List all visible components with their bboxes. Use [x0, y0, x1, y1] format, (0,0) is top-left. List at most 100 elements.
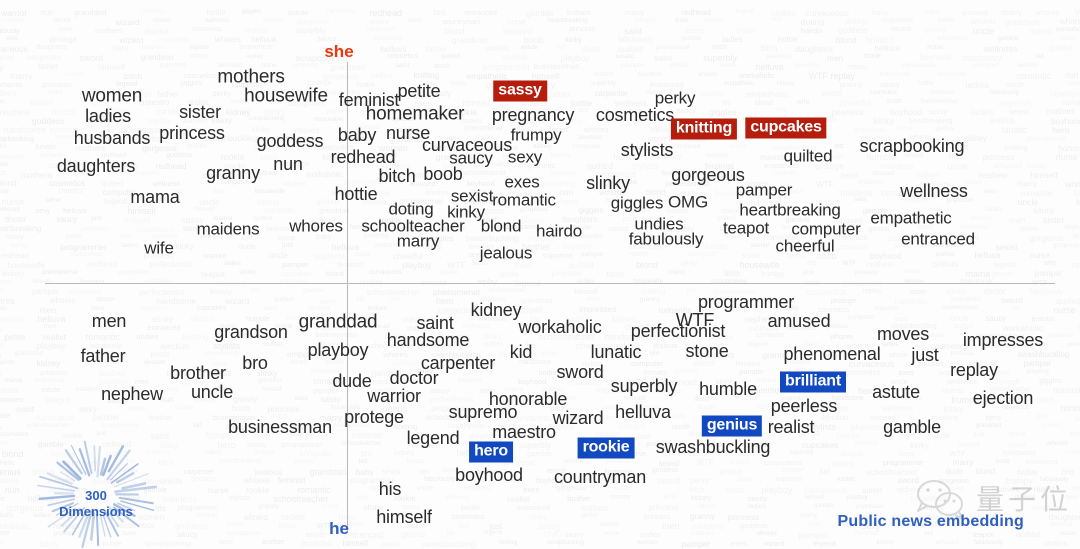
- ghost-word: men: [587, 296, 601, 303]
- ghost-word: computer: [299, 449, 333, 458]
- ghost-word: wife: [776, 107, 788, 113]
- ghost-word: amused: [293, 62, 319, 69]
- word-label-he-side: legend: [406, 428, 460, 448]
- ghost-word: boob: [231, 404, 250, 413]
- ghost-word: cosmetics: [0, 431, 28, 438]
- word-label-he-side: stone: [685, 341, 729, 361]
- ghost-word: mama: [491, 161, 509, 168]
- ghost-word: just: [803, 269, 814, 276]
- ghost-word: brother: [0, 539, 6, 546]
- ghost-word: feminist: [735, 359, 761, 368]
- ghost-word: fabulously: [0, 26, 20, 35]
- word-label-she-highlight: cupcakes: [745, 117, 827, 139]
- ghost-word: moves: [153, 17, 172, 24]
- word-label-she-side: goddess: [256, 131, 324, 151]
- ghost-word: marry: [9, 71, 33, 81]
- ghost-word: genius: [936, 125, 954, 132]
- ghost-word: gorgeous: [938, 476, 970, 485]
- ghost-word: petite: [1020, 224, 1039, 233]
- ghost-word: helluva: [755, 62, 784, 72]
- word-label-he-side: just: [911, 345, 939, 365]
- ghost-word: gamble: [997, 35, 1019, 42]
- ghost-word: carpenter: [183, 467, 215, 476]
- ghost-word: kidney: [2, 269, 25, 278]
- ghost-word: slinky: [151, 314, 174, 324]
- ghost-word: perfectionist: [149, 260, 192, 269]
- ghost-word: sexist: [1059, 35, 1076, 42]
- ghost-word: exes: [898, 368, 914, 377]
- word-label-she-side: women: [81, 85, 143, 107]
- ghost-word: legend: [748, 341, 768, 348]
- ghost-word: schoolteacher: [866, 467, 918, 477]
- ghost-word: handsome: [1003, 449, 1037, 457]
- ghost-word: wellness: [67, 503, 99, 512]
- ghost-word: boob: [434, 62, 451, 70]
- ghost-word: grandson: [41, 80, 72, 89]
- ghost-word: amused: [961, 8, 989, 17]
- ghost-word: rookie: [921, 8, 942, 16]
- ghost-word: romantic: [264, 206, 296, 215]
- ghost-word: saint: [395, 62, 410, 69]
- ghost-word: marry: [952, 458, 974, 467]
- word-label-she-side: wellness: [900, 181, 968, 201]
- ghost-word: gamble: [680, 35, 702, 42]
- ghost-word: carpenter: [365, 26, 396, 33]
- ghost-word: playboy: [560, 53, 590, 63]
- ghost-word: women: [599, 521, 620, 528]
- word-label-he-side: nephew: [101, 384, 163, 404]
- ghost-word: jealous: [0, 98, 5, 105]
- ghost-word: himself: [782, 467, 805, 474]
- ghost-word: granddad: [975, 422, 1002, 429]
- ghost-word: wife: [796, 98, 810, 106]
- ghost-word: saucy: [564, 530, 584, 539]
- ghost-word: wizard: [224, 296, 250, 306]
- ghost-word: kid: [193, 422, 202, 429]
- ghost-word: genius: [991, 269, 1013, 278]
- ghost-word: hottie: [1008, 440, 1027, 449]
- ghost-word: boyhood: [919, 53, 951, 62]
- ghost-word: sword: [958, 440, 980, 449]
- ghost-word: grandson: [854, 125, 886, 134]
- ghost-word: boob: [523, 35, 544, 45]
- ghost-word: supremo: [775, 476, 803, 483]
- ghost-word: exes: [407, 17, 422, 24]
- ghost-word: ejection: [392, 359, 420, 368]
- ghost-word: himself: [127, 206, 157, 216]
- ghost-word: undies: [729, 458, 751, 466]
- ghost-word: fabulously: [423, 476, 456, 483]
- ghost-word: mothers: [865, 260, 894, 269]
- ghost-word: himself: [531, 71, 560, 81]
- ghost-word: quilted: [440, 53, 460, 60]
- ghost-word: sassy: [247, 440, 267, 449]
- ghost-word: whores: [829, 332, 854, 341]
- ghost-word: genius: [401, 530, 426, 539]
- ghost-word: astute: [40, 386, 61, 394]
- ghost-word: empathetic: [466, 71, 508, 81]
- ghost-word: giggles: [709, 107, 737, 117]
- ghost-word: gamble: [814, 503, 834, 509]
- ghost-word: supremo: [159, 62, 187, 69]
- ghost-word: saint: [16, 404, 35, 414]
- ghost-word: sexy: [79, 404, 97, 414]
- ghost-word: cupcakes: [69, 287, 102, 296]
- ghost-word: doting: [499, 539, 518, 546]
- ghost-word: himself: [1030, 170, 1058, 180]
- ghost-word: quilted: [586, 161, 614, 171]
- ghost-word: kid: [1035, 53, 1044, 60]
- ghost-word: sword: [656, 476, 681, 486]
- ghost-word: realist: [668, 269, 685, 276]
- ghost-word: handsome: [3, 125, 46, 135]
- ghost-word: sassy: [1027, 161, 1048, 170]
- ghost-word: maidens: [858, 179, 884, 186]
- ghost-word: granny: [639, 296, 660, 303]
- ghost-word: cupcakes: [280, 269, 312, 278]
- ghost-word: redhead: [102, 440, 132, 449]
- ghost-word: workaholic: [739, 71, 775, 80]
- ghost-word: undies: [771, 8, 796, 18]
- ghost-word: exes: [730, 539, 747, 548]
- ghost-word: impresses: [579, 305, 617, 314]
- ghost-word: granny: [232, 395, 258, 404]
- ghost-word: pamper: [681, 539, 711, 549]
- ghost-word: whores: [583, 125, 609, 134]
- ghost-word: brilliant: [581, 503, 608, 513]
